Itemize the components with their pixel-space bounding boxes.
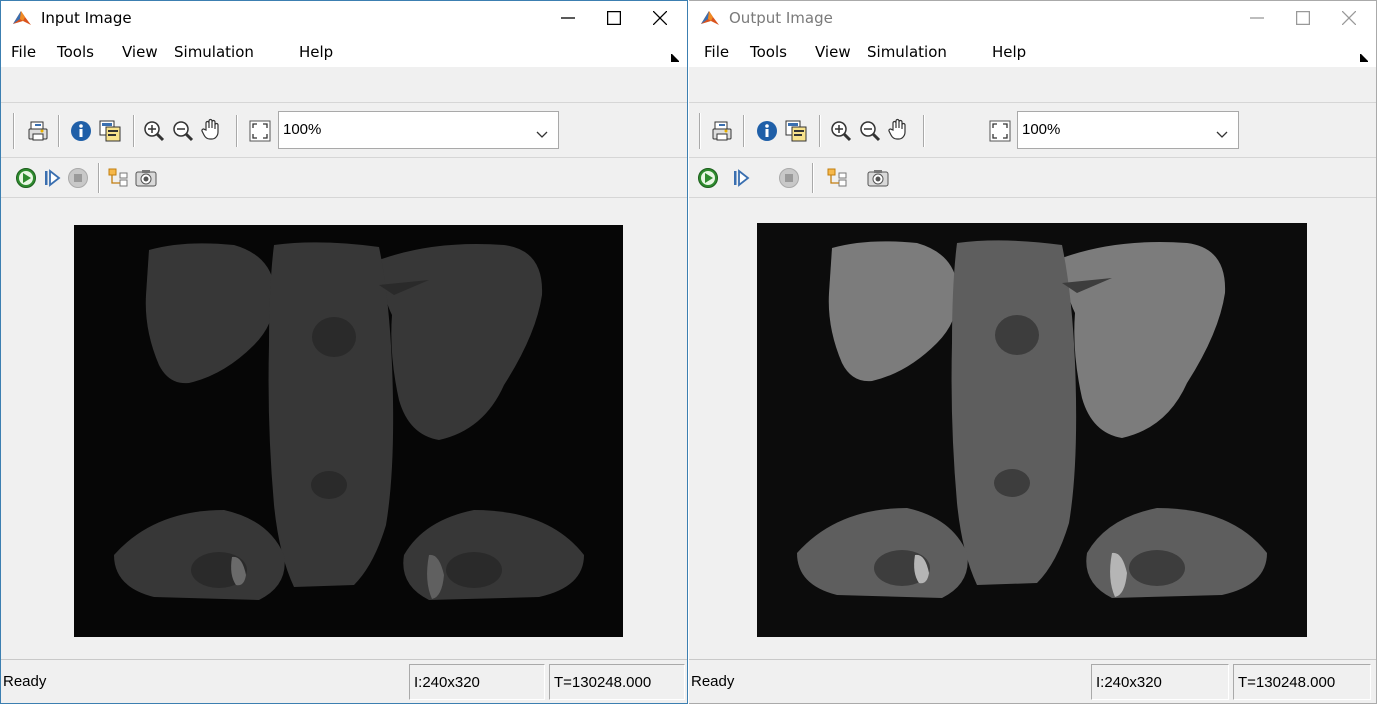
toolbar-separator	[236, 115, 238, 147]
sim-time-readout: T=130248.000	[1233, 664, 1371, 700]
image-display-area	[689, 199, 1376, 659]
close-button[interactable]	[1326, 1, 1372, 35]
toolbar-overflow-icon[interactable]	[670, 49, 680, 66]
menu-file[interactable]: File	[11, 43, 36, 61]
close-button[interactable]	[637, 1, 683, 35]
zoom-select[interactable]: 100%	[278, 111, 559, 149]
toolbar-separator	[98, 163, 100, 193]
snapshot-icon[interactable]	[133, 165, 159, 191]
menu-bar: File Tools View Simulation Help	[689, 35, 1376, 67]
status-text: Ready	[691, 673, 735, 690]
minimize-button[interactable]	[545, 1, 591, 35]
toolbar-grip	[699, 113, 701, 149]
run-icon[interactable]	[695, 165, 721, 191]
sim-time-readout: T=130248.000	[549, 664, 685, 700]
menu-tools[interactable]: Tools	[57, 43, 94, 61]
zoom-value: 100%	[1022, 121, 1061, 138]
menu-view[interactable]: View	[815, 43, 851, 61]
matlab-icon	[699, 7, 721, 29]
step-forward-icon[interactable]	[39, 165, 65, 191]
simulation-toolbar	[689, 158, 1376, 198]
print-icon[interactable]	[709, 118, 735, 144]
input-image-window: Input Image File Tools View Simulation H…	[0, 0, 688, 704]
toolbar-grip	[13, 113, 15, 149]
menu-tools[interactable]: Tools	[750, 43, 787, 61]
highlight-block-icon[interactable]	[105, 165, 131, 191]
toolbar-separator	[819, 115, 821, 147]
menu-bar: File Tools View Simulation Help	[1, 35, 687, 67]
image-display-area	[1, 199, 687, 659]
menu-simulation[interactable]: Simulation	[174, 43, 254, 61]
info-icon[interactable]	[754, 118, 780, 144]
output-image-canvas	[757, 223, 1307, 637]
status-bar: Ready I:240x320 T=130248.000	[689, 659, 1376, 703]
toolbar-separator	[923, 115, 925, 147]
properties-icon[interactable]	[97, 118, 123, 144]
step-forward-icon[interactable]	[728, 165, 754, 191]
zoom-in-icon[interactable]	[828, 118, 854, 144]
menu-simulation[interactable]: Simulation	[867, 43, 947, 61]
simulation-toolbar	[1, 158, 687, 198]
toolbar-separator	[133, 115, 135, 147]
toolbar-separator	[743, 115, 745, 147]
title-bar[interactable]: Output Image	[689, 1, 1376, 35]
menu-help[interactable]: Help	[299, 43, 333, 61]
toolbar-overflow-icon[interactable]	[1359, 49, 1369, 66]
title-bar[interactable]: Input Image	[1, 1, 687, 35]
zoom-out-icon[interactable]	[170, 118, 196, 144]
maximize-button[interactable]	[1280, 1, 1326, 35]
minimize-button[interactable]	[1234, 1, 1280, 35]
output-image-window: Output Image File Tools View Simulation …	[689, 0, 1377, 704]
snapshot-icon[interactable]	[865, 165, 891, 191]
image-size-readout: I:240x320	[409, 664, 545, 700]
image-toolbar: 100%	[1, 102, 687, 158]
image-toolbar: 100%	[689, 102, 1376, 158]
zoom-in-icon[interactable]	[141, 118, 167, 144]
properties-icon[interactable]	[783, 118, 809, 144]
pan-hand-icon[interactable]	[886, 116, 912, 142]
print-icon[interactable]	[25, 118, 51, 144]
zoom-select[interactable]: 100%	[1017, 111, 1239, 149]
menu-file[interactable]: File	[704, 43, 729, 61]
menu-view[interactable]: View	[122, 43, 158, 61]
chevron-down-icon	[536, 126, 548, 143]
fit-to-window-icon[interactable]	[987, 118, 1013, 144]
fit-to-window-icon[interactable]	[247, 118, 273, 144]
status-bar: Ready I:240x320 T=130248.000	[1, 659, 687, 703]
toolbar-separator	[58, 115, 60, 147]
matlab-icon	[11, 7, 33, 29]
image-size-readout: I:240x320	[1091, 664, 1229, 700]
toolbar-separator	[812, 163, 814, 193]
maximize-button[interactable]	[591, 1, 637, 35]
menu-help[interactable]: Help	[992, 43, 1026, 61]
run-icon[interactable]	[13, 165, 39, 191]
window-title: Output Image	[729, 9, 833, 27]
chevron-down-icon	[1216, 126, 1228, 143]
info-icon[interactable]	[68, 118, 94, 144]
stop-icon[interactable]	[776, 165, 802, 191]
window-title: Input Image	[41, 9, 132, 27]
stop-icon[interactable]	[65, 165, 91, 191]
pan-hand-icon[interactable]	[199, 116, 225, 142]
zoom-out-icon[interactable]	[857, 118, 883, 144]
highlight-block-icon[interactable]	[824, 165, 850, 191]
status-text: Ready	[3, 673, 47, 690]
input-image-canvas	[74, 225, 623, 637]
zoom-value: 100%	[283, 121, 322, 138]
